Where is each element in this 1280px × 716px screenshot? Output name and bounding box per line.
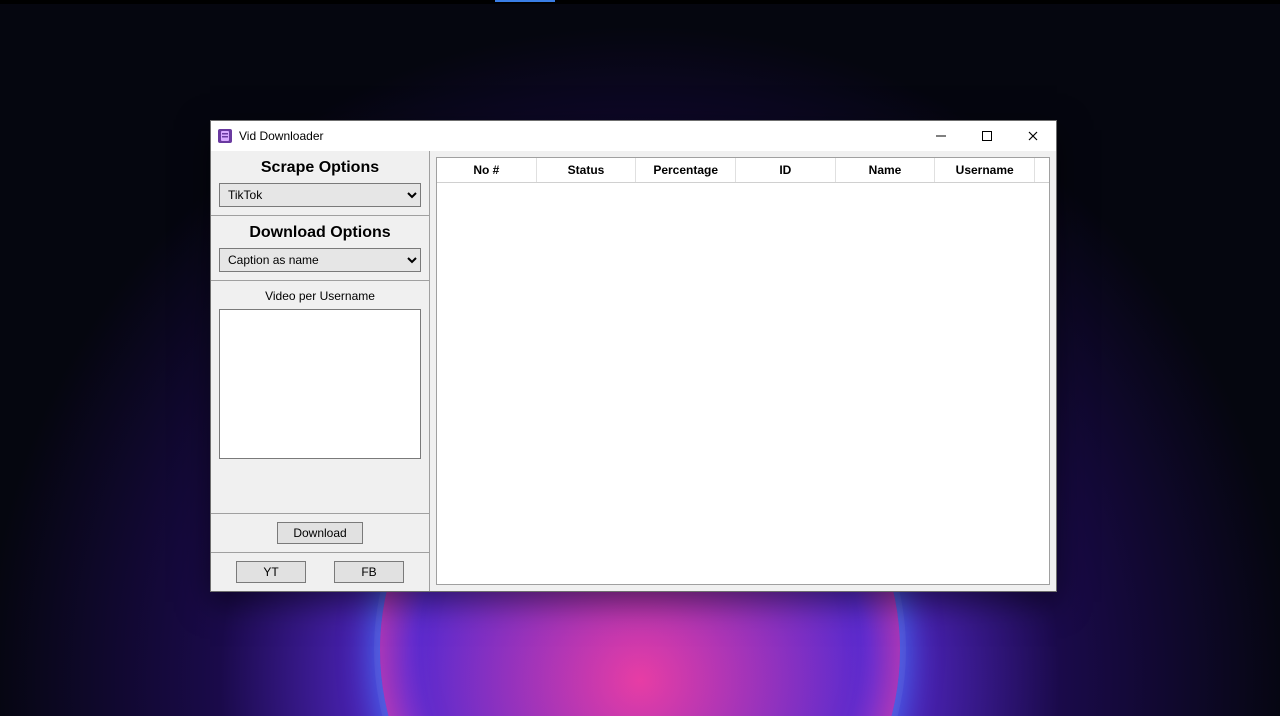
- yt-button[interactable]: YT: [236, 561, 306, 583]
- scrape-options-panel: Scrape Options TikTok: [211, 151, 429, 216]
- minimize-button[interactable]: [918, 121, 964, 151]
- grid-header-username[interactable]: Username: [935, 158, 1035, 182]
- results-grid[interactable]: No # Status Percentage ID Name Username: [436, 157, 1050, 585]
- desktop-background: Vid Downloader Scrape Options TikTok: [0, 0, 1280, 716]
- grid-header-no[interactable]: No #: [437, 158, 537, 182]
- app-window: Vid Downloader Scrape Options TikTok: [210, 120, 1057, 592]
- download-button[interactable]: Download: [277, 522, 363, 544]
- video-per-username-panel: Video per Username: [211, 281, 429, 514]
- taskbar-active-indicator: [495, 0, 555, 2]
- maximize-button[interactable]: [964, 121, 1010, 151]
- titlebar[interactable]: Vid Downloader: [211, 121, 1056, 151]
- source-select[interactable]: TikTok: [219, 183, 421, 207]
- grid-header-row: No # Status Percentage ID Name Username: [437, 158, 1049, 183]
- download-options-heading: Download Options: [219, 224, 421, 242]
- app-icon: [217, 128, 233, 144]
- grid-header-id[interactable]: ID: [736, 158, 836, 182]
- window-title: Vid Downloader: [239, 129, 324, 143]
- grid-header-percentage[interactable]: Percentage: [636, 158, 736, 182]
- grid-area: No # Status Percentage ID Name Username: [430, 151, 1056, 591]
- close-icon: [1028, 131, 1038, 141]
- client-area: Scrape Options TikTok Download Options C…: [211, 151, 1056, 591]
- download-options-panel: Download Options Caption as name: [211, 216, 429, 281]
- fb-button[interactable]: FB: [334, 561, 404, 583]
- maximize-icon: [982, 131, 992, 141]
- grid-header-spacer: [1035, 158, 1049, 182]
- scrape-options-heading: Scrape Options: [219, 159, 421, 177]
- video-per-username-input[interactable]: [219, 309, 421, 459]
- download-button-panel: Download: [211, 514, 429, 553]
- grid-header-name[interactable]: Name: [836, 158, 936, 182]
- naming-select[interactable]: Caption as name: [219, 248, 421, 272]
- video-per-username-label: Video per Username: [219, 289, 421, 303]
- minimize-icon: [936, 131, 946, 141]
- grid-header-status[interactable]: Status: [537, 158, 637, 182]
- extra-buttons-panel: YT FB: [211, 553, 429, 591]
- close-button[interactable]: [1010, 121, 1056, 151]
- sidebar: Scrape Options TikTok Download Options C…: [211, 151, 430, 591]
